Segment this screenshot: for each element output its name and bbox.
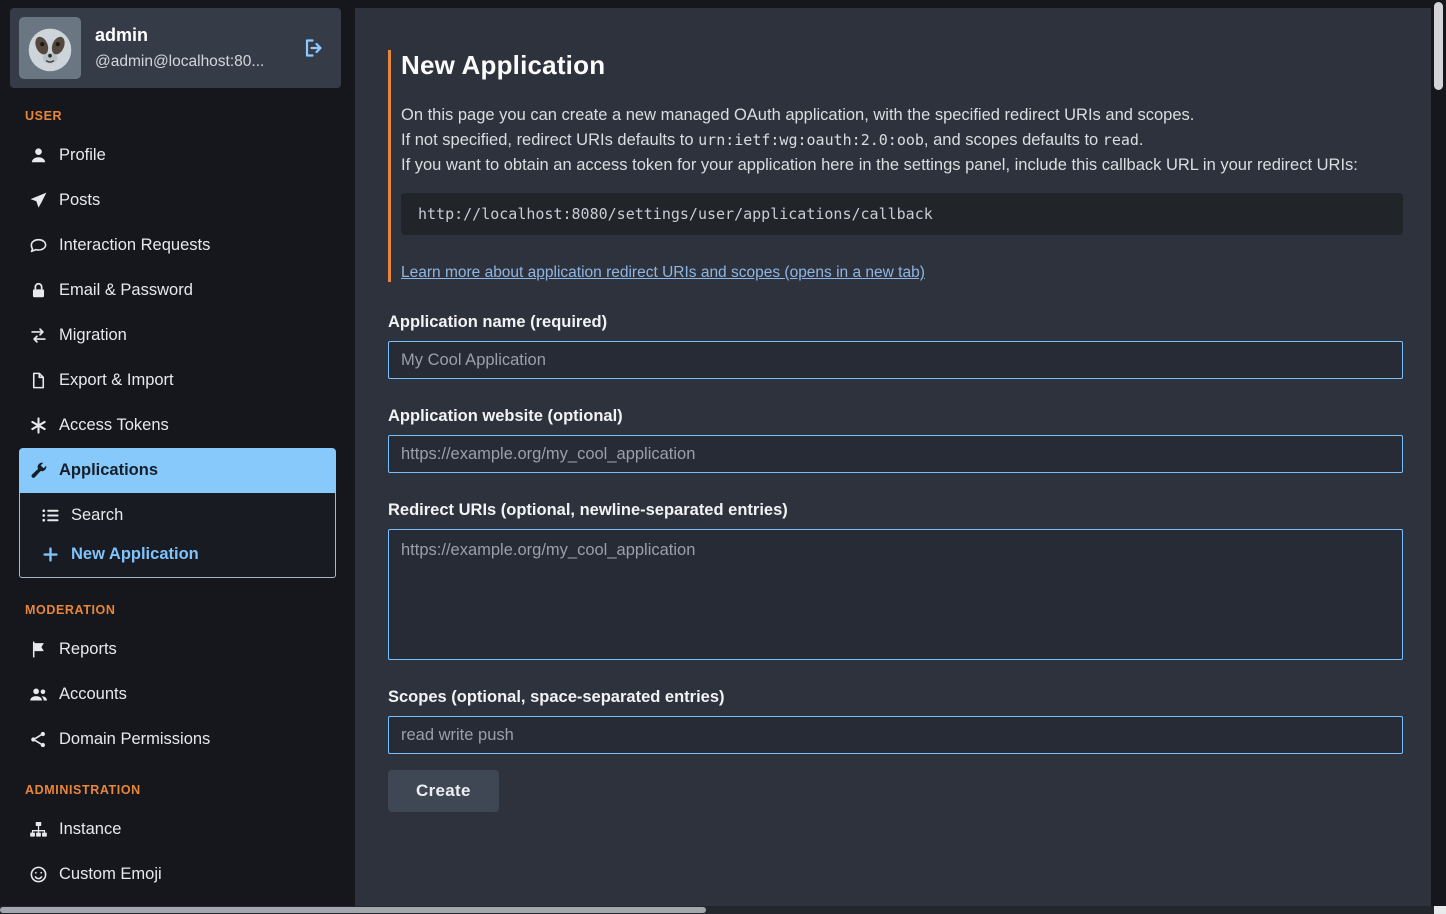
list-icon <box>41 506 60 525</box>
intro-line-2-text-mid: , and scopes defaults to <box>924 131 1103 149</box>
sidebar-item-label: Custom Emoji <box>59 864 162 885</box>
horizontal-scrollbar[interactable] <box>0 906 1446 914</box>
comment-icon <box>29 236 48 255</box>
sidebar-item-reports[interactable]: Reports <box>19 627 336 672</box>
exchange-icon <box>29 326 48 345</box>
sidebar-item-label: Posts <box>59 190 100 211</box>
sidebar-item-label: Access Tokens <box>59 415 169 436</box>
sidebar-item-posts[interactable]: Posts <box>19 178 336 223</box>
user-handle: @admin@localhost:80... <box>95 53 264 71</box>
intro-line-2-text-pre: If not specified, redirect URIs defaults… <box>401 131 698 149</box>
application-name-input[interactable] <box>388 341 1403 379</box>
section-header-moderation: MODERATION <box>19 582 336 627</box>
application-name-group: Application name (required) <box>388 313 1403 379</box>
sidebar-item-label: Domain Permissions <box>59 729 210 750</box>
sidebar-item-label: Export & Import <box>59 370 174 391</box>
users-icon <box>29 685 48 704</box>
flag-icon <box>29 640 48 659</box>
callback-url-code: http://localhost:8080/settings/user/appl… <box>401 193 1403 235</box>
vertical-scrollbar-thumb[interactable] <box>1434 2 1443 90</box>
sidebar-item-label: Email & Password <box>59 280 193 301</box>
intro-block: New Application On this page you can cre… <box>388 50 1403 282</box>
sidebar: admin @admin@localhost:80... USER Profile… <box>0 0 355 914</box>
sidebar-item-label: Search <box>71 505 123 526</box>
sidebar-item-label: Applications <box>59 460 158 481</box>
sign-out-icon[interactable] <box>302 36 326 60</box>
sidebar-item-applications[interactable]: Applications <box>19 448 336 493</box>
sidebar-item-access-tokens[interactable]: Access Tokens <box>19 403 336 448</box>
sidebar-item-profile[interactable]: Profile <box>19 133 336 178</box>
redirect-uris-group: Redirect URIs (optional, newline-separat… <box>388 501 1403 660</box>
sidebar-item-accounts[interactable]: Accounts <box>19 672 336 717</box>
application-website-input[interactable] <box>388 435 1403 473</box>
user-card[interactable]: admin @admin@localhost:80... <box>10 8 341 88</box>
sidebar-item-instance[interactable]: Instance <box>19 807 336 852</box>
section-header-administration: ADMINISTRATION <box>19 762 336 807</box>
application-name-label: Application name (required) <box>388 313 1403 332</box>
create-button[interactable]: Create <box>388 770 499 812</box>
intro-line-1: On this page you can create a new manage… <box>401 103 1403 128</box>
share-nodes-icon <box>29 730 48 749</box>
intro-line-2: If not specified, redirect URIs defaults… <box>401 128 1403 153</box>
application-website-group: Application website (optional) <box>388 407 1403 473</box>
sidebar-item-new-application[interactable]: New Application <box>20 535 335 574</box>
user-info: admin @admin@localhost:80... <box>95 25 264 71</box>
main-content: New Application On this page you can cre… <box>355 0 1446 914</box>
scopes-group: Scopes (optional, space-separated entrie… <box>388 688 1403 754</box>
wrench-icon <box>29 461 48 480</box>
intro-line-2-text-post: . <box>1139 131 1144 149</box>
sidebar-item-email-password[interactable]: Email & Password <box>19 268 336 313</box>
page-title: New Application <box>401 50 1403 81</box>
smile-icon <box>29 865 48 884</box>
sidebar-item-domain-permissions[interactable]: Domain Permissions <box>19 717 336 762</box>
file-export-icon <box>29 371 48 390</box>
sidebar-item-custom-emoji[interactable]: Custom Emoji <box>19 852 336 897</box>
sidebar-item-export-import[interactable]: Export & Import <box>19 358 336 403</box>
asterisk-icon <box>29 416 48 435</box>
application-website-label: Application website (optional) <box>388 407 1403 426</box>
submenu-applications: Search New Application <box>19 493 336 578</box>
sidebar-item-label: Accounts <box>59 684 127 705</box>
scopes-label: Scopes (optional, space-separated entrie… <box>388 688 1403 707</box>
learn-more-link[interactable]: Learn more about application redirect UR… <box>401 264 925 282</box>
inline-code-read: read <box>1103 131 1139 149</box>
user-name: admin <box>95 25 264 46</box>
sitemap-icon <box>29 820 48 839</box>
sidebar-item-search[interactable]: Search <box>20 496 335 535</box>
new-application-panel: New Application On this page you can cre… <box>355 8 1431 906</box>
sidebar-item-label: New Application <box>71 544 199 565</box>
sidebar-item-label: Instance <box>59 819 121 840</box>
vertical-scrollbar[interactable] <box>1431 0 1446 906</box>
paper-plane-icon <box>29 191 48 210</box>
user-icon <box>29 146 48 165</box>
sidebar-item-label: Reports <box>59 639 117 660</box>
avatar <box>19 17 81 79</box>
redirect-uris-label: Redirect URIs (optional, newline-separat… <box>388 501 1403 520</box>
plus-icon <box>41 545 60 564</box>
sidebar-item-label: Migration <box>59 325 127 346</box>
lock-icon <box>29 281 48 300</box>
sidebar-item-migration[interactable]: Migration <box>19 313 336 358</box>
intro-line-3: If you want to obtain an access token fo… <box>401 153 1403 178</box>
horizontal-scrollbar-thumb[interactable] <box>0 907 706 913</box>
redirect-uris-textarea[interactable] <box>388 529 1403 660</box>
inline-code-oob: urn:ietf:wg:oauth:2.0:oob <box>698 131 924 149</box>
sidebar-nav: USER Profile Posts Interaction Requests Emai… <box>0 88 355 914</box>
sidebar-item-label: Interaction Requests <box>59 235 210 256</box>
sidebar-item-label: Profile <box>59 145 106 166</box>
section-header-user: USER <box>19 88 336 133</box>
sidebar-item-interaction-requests[interactable]: Interaction Requests <box>19 223 336 268</box>
scrollbar-corner <box>1434 906 1446 914</box>
scopes-input[interactable] <box>388 716 1403 754</box>
